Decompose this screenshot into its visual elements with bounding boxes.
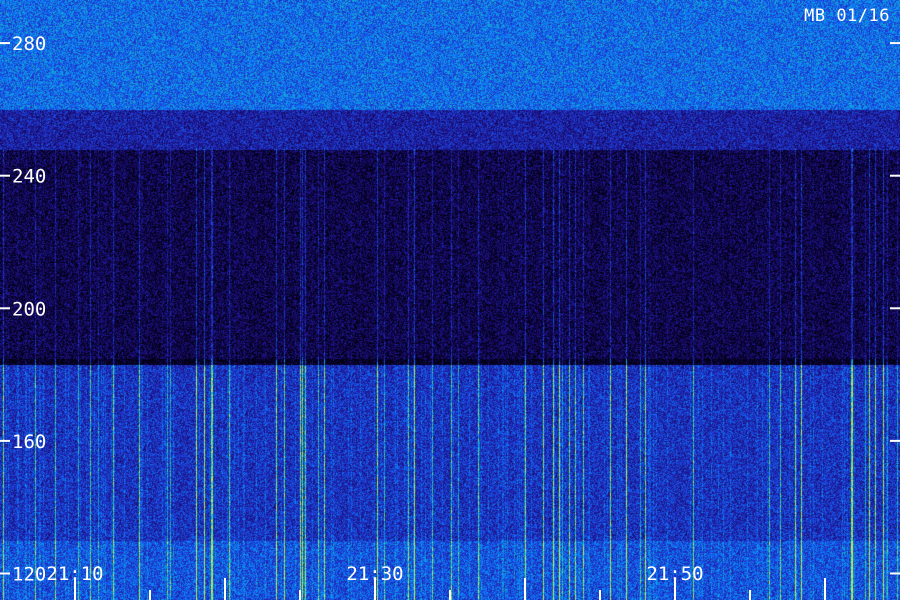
y-axis: 280 240 200 160 120 xyxy=(0,33,900,585)
y-tick-label: 280 xyxy=(12,33,46,55)
x-tick-label: 21:50 xyxy=(646,563,703,585)
y-tick-label: 120 xyxy=(12,563,46,585)
station-label: MB 01/16 xyxy=(804,6,890,26)
axis-overlay: 280 240 200 160 120 21:10 21:30 21:50 xyxy=(0,33,900,600)
x-tick-label: 21:10 xyxy=(46,563,103,585)
x-tick-label: 21:30 xyxy=(346,563,403,585)
spectrogram-chart: 280 240 200 160 120 21:10 21:30 21:50 MB 01/16 xyxy=(0,0,900,600)
y-tick-label: 160 xyxy=(12,431,46,453)
x-axis: 21:10 21:30 21:50 xyxy=(46,563,826,600)
y-tick-label: 240 xyxy=(12,166,46,188)
y-tick-label: 200 xyxy=(12,298,46,320)
